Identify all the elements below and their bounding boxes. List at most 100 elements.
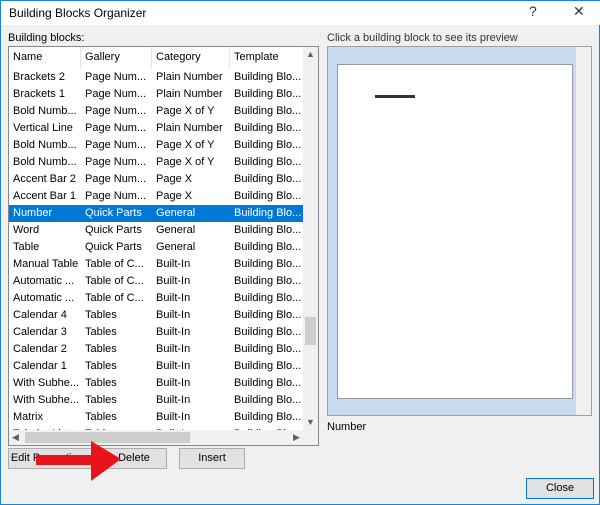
cell-name: Accent Bar 1 <box>13 190 76 202</box>
cell-category: Plain Number <box>156 71 223 83</box>
cell-name: Vertical Line <box>13 122 73 134</box>
cell-name: Bold Numb... <box>13 105 77 117</box>
cell-name: Brackets 2 <box>13 71 65 83</box>
cell-template: Building Blo... <box>234 156 302 168</box>
list-row[interactable]: Brackets 1 Page Num... Plain Number Buildin… <box>9 86 305 103</box>
cell-category: Built-In <box>156 411 191 423</box>
cell-gallery: Page Num... <box>85 190 147 202</box>
building-blocks-list[interactable]: Name Gallery Category Template Brackets … <box>8 46 319 446</box>
preview-page <box>337 64 573 399</box>
cell-category: Page X <box>156 173 193 185</box>
cell-gallery: Quick Parts <box>85 207 142 219</box>
cell-template: Building Blo... <box>234 377 302 389</box>
cell-category: Page X of Y <box>156 139 215 151</box>
cell-name: Calendar 2 <box>13 343 67 355</box>
cell-name: Number <box>13 207 53 219</box>
cell-category: Page X of Y <box>156 105 215 117</box>
list-row[interactable]: Manual Table Table of C... Built-In Buildin… <box>9 256 305 273</box>
cell-template: Building Blo... <box>234 275 302 287</box>
cell-category: Built-In <box>156 292 191 304</box>
cell-category: General <box>156 241 196 253</box>
list-row[interactable]: Number Quick Parts General Building Blo... <box>9 205 305 222</box>
list-row[interactable]: Table Quick Parts General Building Blo... <box>9 239 305 256</box>
scroll-right-icon[interactable]: ▶ <box>293 432 300 443</box>
cell-name: Automatic ... <box>13 275 75 287</box>
cell-gallery: Tables <box>85 343 117 355</box>
preview-scrollbar[interactable] <box>576 47 591 415</box>
cell-template: Building Blo... <box>234 122 302 134</box>
list-row[interactable]: Vertical Line Page Num... Plain Number Buil… <box>9 120 305 137</box>
building-blocks-label: Building blocks: <box>8 32 85 44</box>
list-row[interactable]: Calendar 4 Tables Built-In Building Blo... <box>9 307 305 324</box>
scroll-up-icon[interactable]: ▲ <box>306 49 315 59</box>
list-row[interactable]: Bold Numb... Page Num... Page X of Y Buildi… <box>9 154 305 171</box>
vertical-scrollbar[interactable]: ▲ ▼ <box>303 47 318 430</box>
cell-category: Built-In <box>156 377 191 389</box>
window-title: Building Blocks Organizer <box>9 6 147 20</box>
cell-template: Building Blo... <box>234 139 302 151</box>
close-button[interactable]: Close <box>526 478 594 499</box>
cell-template: Building Blo... <box>234 207 302 219</box>
preview-name: Number <box>327 421 367 433</box>
cell-category: General <box>156 207 196 219</box>
column-header-gallery[interactable]: Gallery <box>81 47 152 69</box>
cell-category: Built-In <box>156 309 191 321</box>
list-row[interactable]: Calendar 3 Tables Built-In Building Blo... <box>9 324 305 341</box>
cell-template: Building Blo... <box>234 343 302 355</box>
cell-template: Building Blo... <box>234 173 302 185</box>
cell-name: Manual Table <box>13 258 79 270</box>
column-header-category[interactable]: Category <box>152 47 230 69</box>
list-row[interactable]: Word Quick Parts General Building Blo... <box>9 222 305 239</box>
cell-template: Building Blo... <box>234 411 302 423</box>
cell-gallery: Table of C... <box>85 258 144 270</box>
list-row[interactable]: Accent Bar 2 Page Num... Page X Building Bl… <box>9 171 305 188</box>
list-row[interactable]: Calendar 2 Tables Built-In Building Blo... <box>9 341 305 358</box>
list-row[interactable]: Bold Numb... Page Num... Page X of Y Buildi… <box>9 103 305 120</box>
list-row[interactable]: Calendar 1 Tables Built-In Building Blo... <box>9 358 305 375</box>
scroll-left-icon[interactable]: ◀ <box>12 432 19 443</box>
cell-name: With Subhe... <box>13 394 80 406</box>
list-row[interactable]: Automatic ... Table of C... Built-In Buildi… <box>9 273 305 290</box>
column-header-template[interactable]: Template <box>230 47 305 69</box>
list-header: Name Gallery Category Template <box>9 47 305 69</box>
list-row[interactable]: With Subhe... Tables Built-In Building Blo.… <box>9 375 305 392</box>
cell-category: Plain Number <box>156 122 223 134</box>
list-row[interactable]: Bold Numb... Page Num... Page X of Y Buildi… <box>9 137 305 154</box>
cell-name: Word <box>13 224 40 236</box>
cell-gallery: Page Num... <box>85 71 147 83</box>
list-row[interactable]: Automatic ... Table of C... Built-In Buildi… <box>9 290 305 307</box>
list-row[interactable]: Brackets 2 Page Num... Plain Number Buildin… <box>9 69 305 86</box>
cell-name: Bold Numb... <box>13 156 77 168</box>
scroll-down-icon[interactable]: ▼ <box>306 417 315 427</box>
list-row[interactable]: Matrix Tables Built-In Building Blo... <box>9 409 305 426</box>
column-header-name[interactable]: Name <box>9 47 81 69</box>
cell-category: Built-In <box>156 360 191 372</box>
cell-gallery: Tables <box>85 360 117 372</box>
vertical-scroll-thumb[interactable] <box>305 317 316 345</box>
cell-name: Accent Bar 2 <box>13 173 76 185</box>
close-icon[interactable]: ✕ <box>573 3 585 20</box>
help-button[interactable]: ? <box>529 3 537 19</box>
cell-gallery: Table of C... <box>85 292 144 304</box>
cell-category: Page X of Y <box>156 156 215 168</box>
cell-gallery: Page Num... <box>85 139 147 151</box>
insert-button[interactable]: Insert <box>179 448 245 469</box>
cell-gallery: Tables <box>85 394 117 406</box>
cell-template: Building Blo... <box>234 326 302 338</box>
list-row[interactable]: Accent Bar 1 Page Num... Page X Building Bl… <box>9 188 305 205</box>
preview-label: Click a building block to see its previe… <box>327 32 518 44</box>
cell-name: Brackets 1 <box>13 88 65 100</box>
cell-name: With Subhe... <box>13 377 80 389</box>
list-row[interactable]: With Subhe... Tables Built-In Building Blo.… <box>9 392 305 409</box>
cell-gallery: Quick Parts <box>85 241 142 253</box>
cell-gallery: Tables <box>85 411 117 423</box>
cell-gallery: Tables <box>85 326 117 338</box>
cell-name: Calendar 1 <box>13 360 67 372</box>
cell-category: Built-In <box>156 394 191 406</box>
cell-template: Building Blo... <box>234 71 302 83</box>
cell-template: Building Blo... <box>234 241 302 253</box>
cell-name: Calendar 4 <box>13 309 67 321</box>
cell-gallery: Table of C... <box>85 275 144 287</box>
cell-category: Page X <box>156 190 193 202</box>
cell-template: Building Blo... <box>234 224 302 236</box>
